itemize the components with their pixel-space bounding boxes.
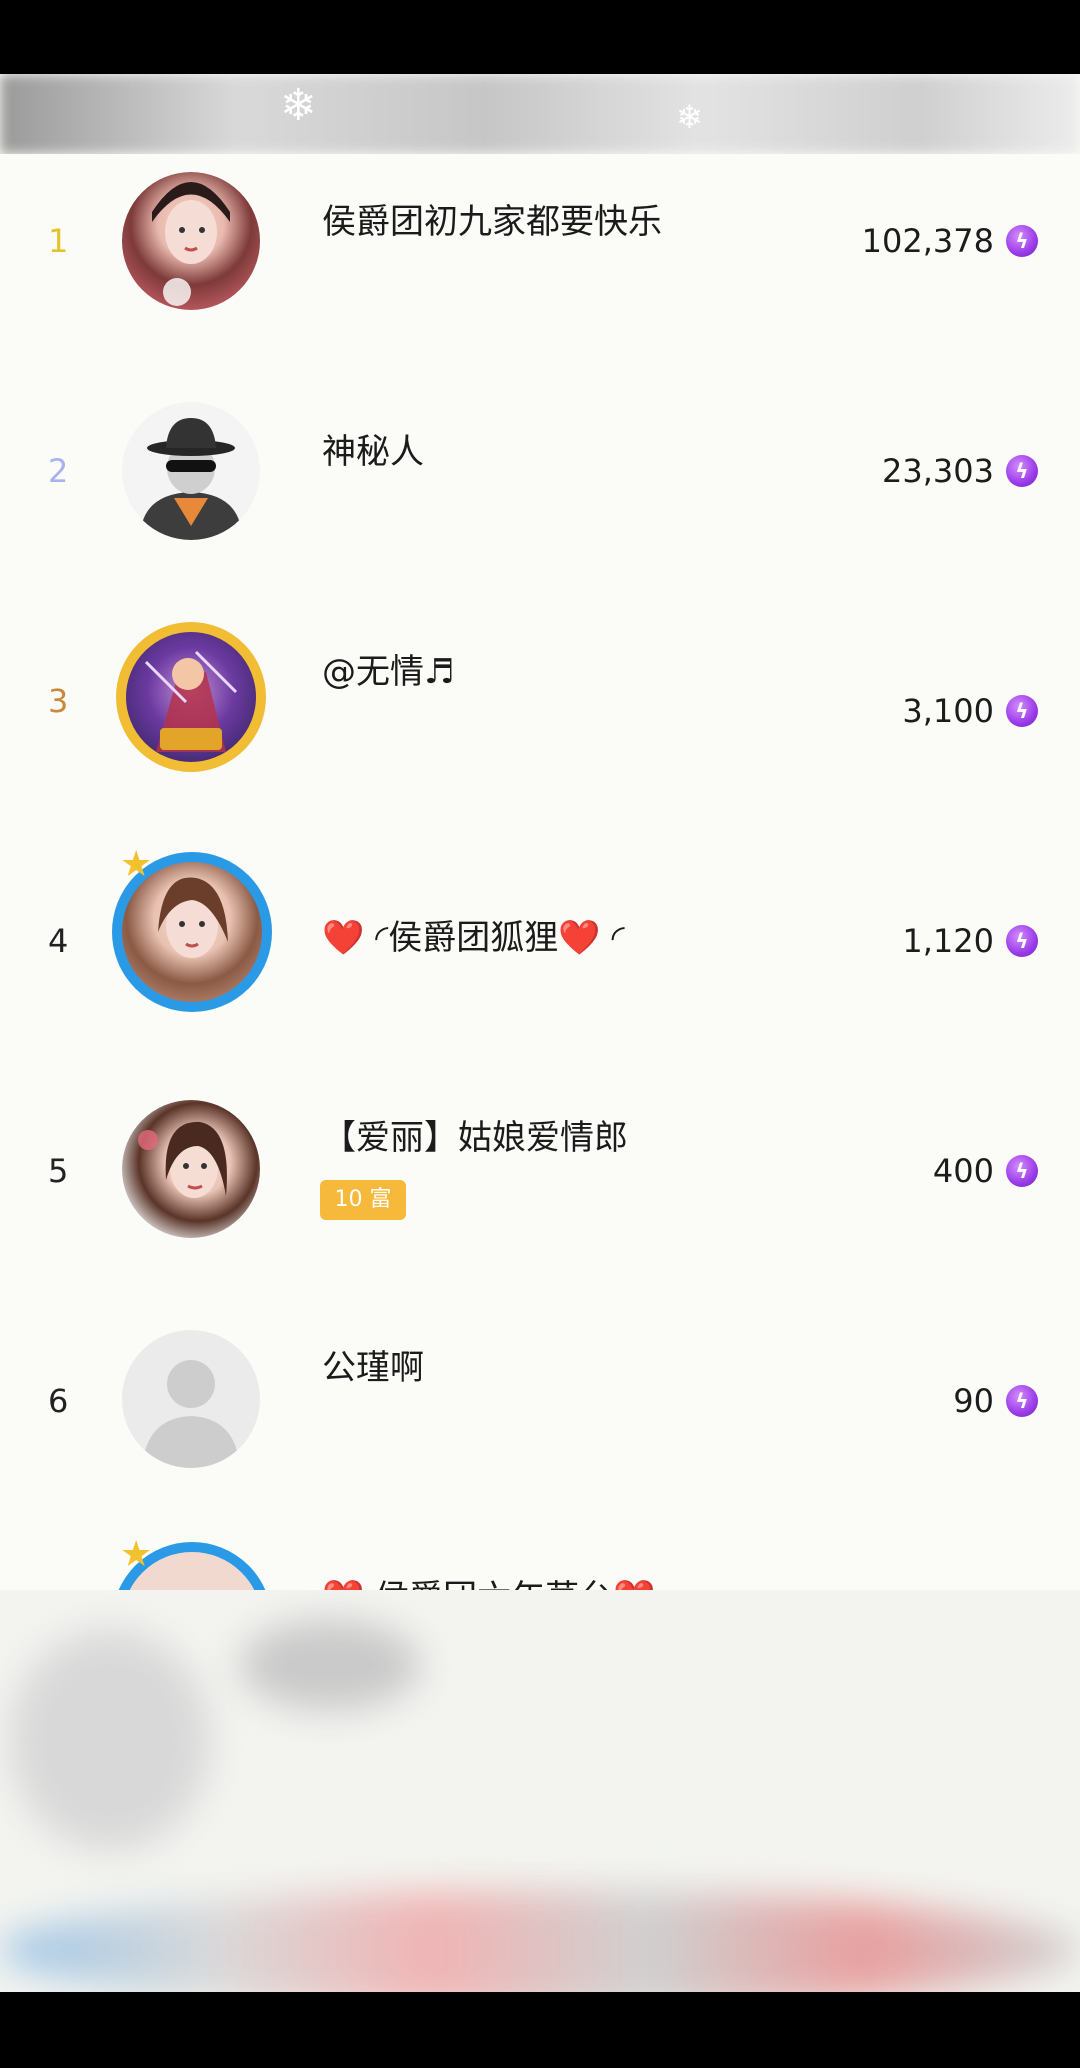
score-group: 102,378 ϟ <box>862 222 1038 260</box>
lightning-coin-icon: ϟ <box>1006 455 1038 487</box>
bottom-black-bar <box>0 1992 1080 2068</box>
blurred-header <box>0 74 1080 154</box>
user-name: ❤️ 侯爵团六年草台❤️ <box>322 1570 655 1590</box>
blurred-bottom-panel <box>0 1590 1080 1992</box>
score-value: 1,120 <box>902 922 994 960</box>
rank-number: 6 <box>48 1382 69 1420</box>
score-value: 90 <box>953 1382 994 1420</box>
ranking-row[interactable]: 4 ★ ❤️ ◜侯爵团狐狸❤️ ◜ 1,120 ϟ <box>0 844 1080 1074</box>
user-name: @无情♬ <box>322 652 455 692</box>
rank-number: 4 <box>48 922 69 960</box>
score-value: 102,378 <box>861 222 994 260</box>
score-group: 3,100 ϟ <box>902 692 1038 730</box>
user-name: 【爱丽】姑娘爱情郎 <box>322 1118 628 1158</box>
ranking-row[interactable]: 1 侯爵团初九家都要快乐 102,378 ϟ <box>0 154 1080 384</box>
default-user-avatar[interactable] <box>122 1330 260 1468</box>
score-value: 3,100 <box>902 692 994 730</box>
user-avatar-with-frame[interactable] <box>116 622 266 772</box>
ranking-list[interactable]: 1 侯爵团初九家都要快乐 102,378 ϟ 2 神秘人 23,303 ϟ 3 … <box>0 154 1080 1590</box>
user-avatar[interactable] <box>122 172 260 310</box>
blur-shape <box>0 1890 1080 1992</box>
lightning-coin-icon: ϟ <box>1006 1155 1038 1187</box>
rank-number: 5 <box>48 1152 69 1190</box>
lightning-coin-icon: ϟ <box>1006 1385 1038 1417</box>
wealth-level-badge: 10 富 <box>320 1180 406 1220</box>
ranking-row[interactable]: 2 神秘人 23,303 ϟ <box>0 384 1080 614</box>
rank-number: 1 <box>48 222 69 260</box>
top-black-bar <box>0 0 1080 74</box>
user-name: 神秘人 <box>322 432 424 472</box>
score-value: 23,303 <box>882 452 994 490</box>
score-group: 1,120 ϟ <box>902 922 1038 960</box>
rank-number: 3 <box>48 682 69 720</box>
snowflake-icon: ❄ <box>280 80 317 131</box>
rank-number: 2 <box>48 452 69 490</box>
score-group: 90 ϟ <box>953 1382 1038 1420</box>
user-avatar[interactable] <box>122 1100 260 1238</box>
star-icon: ★ <box>120 1534 153 1575</box>
lightning-coin-icon: ϟ <box>1006 695 1038 727</box>
ranking-row[interactable]: 3 @无情♬ 3,100 ϟ <box>0 614 1080 844</box>
blur-shape <box>240 1620 420 1710</box>
snowflake-icon: ❄ <box>676 98 703 136</box>
user-name: 公瑾啊 <box>322 1348 424 1388</box>
user-name: 侯爵团初九家都要快乐 <box>322 202 662 242</box>
score-group: 400 ϟ <box>933 1152 1038 1190</box>
star-icon: ★ <box>120 844 153 885</box>
user-name: ❤️ ◜侯爵团狐狸❤️ ◜ <box>322 918 625 958</box>
ranking-row[interactable]: 6 公瑾啊 90 ϟ <box>0 1304 1080 1534</box>
ranking-row[interactable]: ★ ❤️ 侯爵团六年草台❤️ <box>0 1534 1080 1590</box>
user-avatar[interactable] <box>122 402 260 540</box>
lightning-coin-icon: ϟ <box>1006 225 1038 257</box>
ranking-row[interactable]: 5 【爱丽】姑娘爱情郎 10 富 400 ϟ <box>0 1074 1080 1304</box>
score-group: 23,303 ϟ <box>882 452 1038 490</box>
score-value: 400 <box>932 1152 994 1190</box>
lightning-coin-icon: ϟ <box>1006 925 1038 957</box>
blur-shape <box>10 1630 210 1850</box>
leaderboard-screen: ❄ ❄ 1 侯爵团初九家都要快乐 102,378 ϟ 2 神秘人 23,303 … <box>0 74 1080 1992</box>
